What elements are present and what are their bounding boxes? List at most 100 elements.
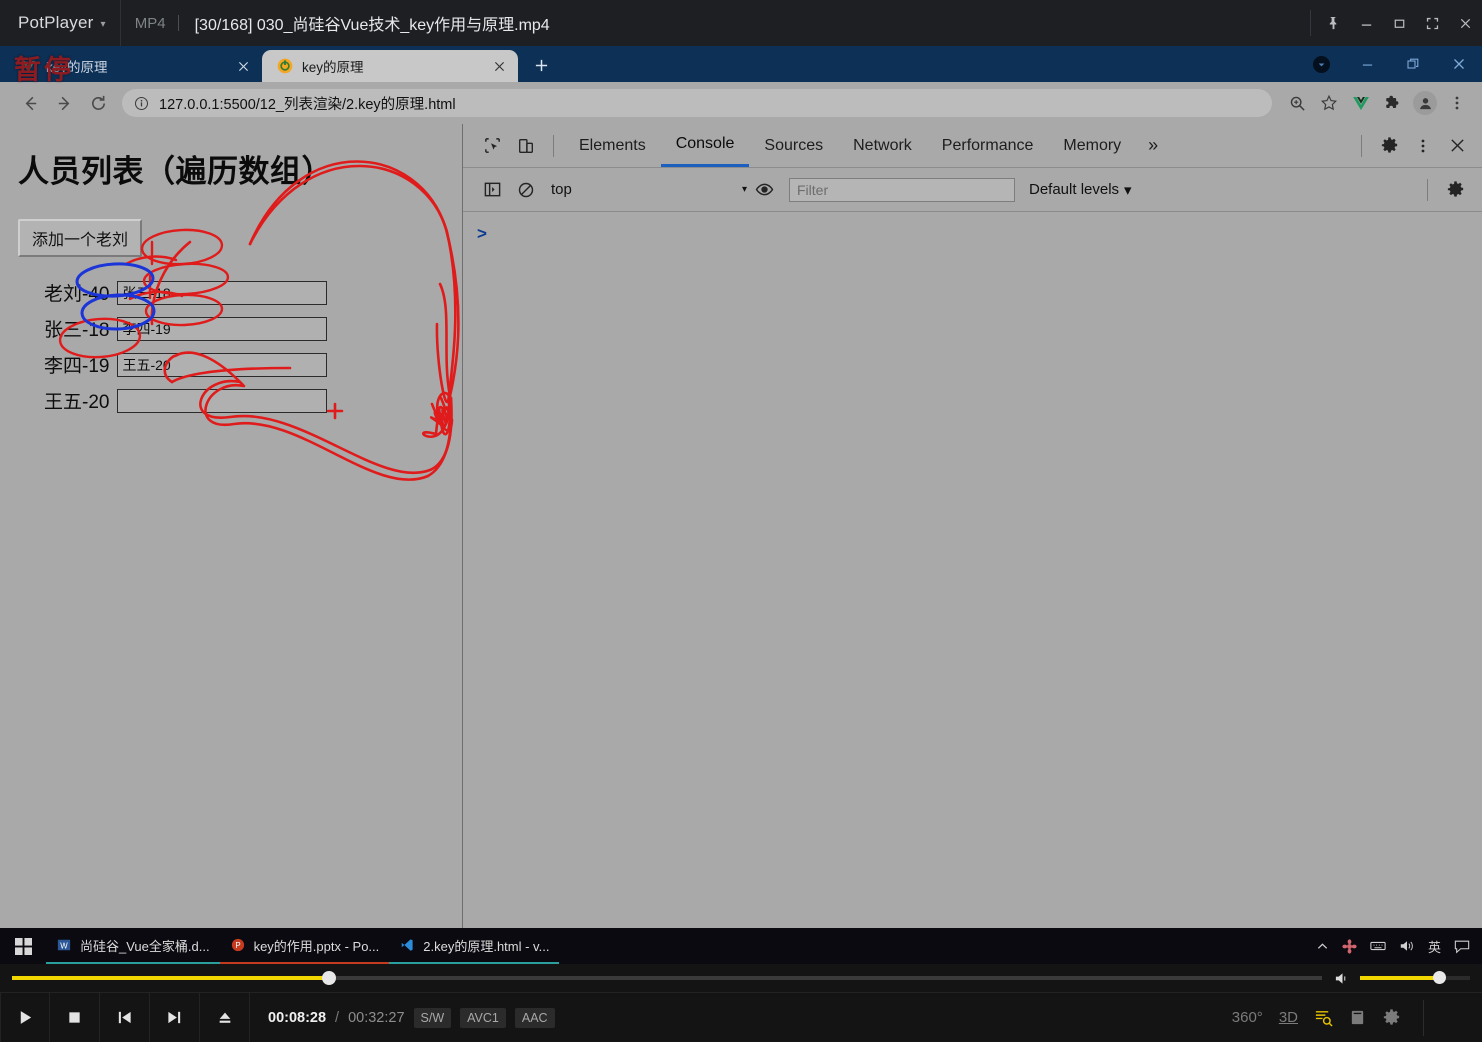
stop-button[interactable] [50, 992, 100, 1042]
volume-icon[interactable] [1334, 971, 1351, 986]
tab-network[interactable]: Network [838, 124, 927, 167]
seek-progress [12, 976, 330, 980]
taskbar-item-powerpoint[interactable]: P key的作用.pptx - Po... [219, 928, 390, 964]
person-input[interactable] [117, 280, 328, 305]
list-item: 王五-20 [44, 387, 444, 414]
taskbar-item-word[interactable]: W 尚硅谷_Vue全家桶.d... [46, 928, 220, 964]
zoom-icon[interactable] [1282, 88, 1312, 118]
console-settings-icon[interactable] [1438, 173, 1472, 207]
settings-button[interactable] [1382, 1008, 1401, 1027]
bookmark-button[interactable] [1349, 1009, 1366, 1026]
divider [1427, 178, 1428, 201]
playlist-search-button[interactable] [1314, 1008, 1333, 1027]
devtools-close-icon[interactable] [1440, 129, 1474, 163]
profile-avatar-icon[interactable] [1410, 88, 1440, 118]
devtools-menu-icon[interactable] [1406, 129, 1440, 163]
console-context-selector[interactable]: top ▾ [551, 181, 747, 198]
add-person-button[interactable]: 添加一个老刘 [18, 219, 143, 257]
device-toolbar-icon[interactable] [509, 129, 543, 163]
console-levels-label: Default levels [1029, 181, 1120, 198]
tab-title: key的原理 [302, 60, 364, 75]
potplayer-window-controls [1310, 0, 1482, 46]
vue-devtools-icon[interactable] [1346, 88, 1376, 118]
clear-console-icon[interactable] [509, 173, 543, 207]
volume-handle[interactable] [1433, 971, 1447, 984]
play-button[interactable] [0, 992, 50, 1042]
action-center-icon[interactable] [1454, 939, 1470, 954]
360-button[interactable]: 360° [1232, 1009, 1263, 1026]
back-icon[interactable] [14, 87, 46, 119]
console-filter-input[interactable] [789, 177, 1015, 202]
extensions-puzzle-icon[interactable] [1378, 88, 1408, 118]
settings-gear-icon[interactable] [1372, 129, 1406, 163]
volume-control [1334, 971, 1470, 986]
start-button[interactable] [0, 928, 46, 964]
reload-icon[interactable] [82, 87, 114, 119]
restore-icon[interactable] [1390, 46, 1436, 82]
seek-slider[interactable] [12, 971, 1322, 985]
console-output[interactable]: > [463, 212, 1482, 930]
ime-language-indicator[interactable]: 英 [1428, 937, 1441, 956]
potplayer-menu-button[interactable]: PotPlayer ▾ [0, 0, 120, 46]
volume-slider[interactable] [1360, 971, 1470, 984]
tab-console[interactable]: Console [660, 124, 750, 167]
word-icon: W [56, 937, 72, 953]
taskbar-item-vscode[interactable]: 2.key的原理.html - v... [389, 928, 560, 964]
devtools-actions [1351, 129, 1474, 163]
powerpoint-icon: P [230, 937, 246, 953]
tab-memory[interactable]: Memory [1048, 124, 1136, 167]
close-icon[interactable] [1436, 46, 1482, 82]
person-input[interactable] [117, 388, 328, 413]
person-input[interactable] [117, 352, 328, 377]
potplayer-controls: 00:08:28 / 00:32:27 S/W AVC1 AAC 360° 3D [0, 964, 1482, 1042]
console-sidebar-icon[interactable] [475, 173, 509, 207]
potplayer-titlebar: PotPlayer ▾ MP4 [30/168] 030_尚硅谷Vue技术_ke… [0, 0, 1482, 46]
chrome-menu-icon[interactable] [1442, 88, 1472, 118]
profile-icon[interactable] [1298, 46, 1344, 82]
devtools-panel: Elements Console Sources Network Perform… [463, 124, 1482, 930]
close-icon[interactable] [1449, 0, 1482, 46]
live-expression-icon[interactable] [747, 173, 781, 207]
sogou-ime-icon[interactable] [1342, 938, 1357, 954]
inspect-element-icon[interactable] [475, 129, 509, 163]
address-bar[interactable]: 127.0.0.1:5500/12_列表渲染/2.key的原理.html [122, 89, 1272, 117]
previous-button[interactable] [100, 992, 150, 1042]
eject-button[interactable] [200, 992, 250, 1042]
web-page-viewport: 人员列表（遍历数组） 添加一个老刘 老刘-40 张三-18 李四-19 [0, 124, 462, 930]
console-levels-dropdown[interactable]: Default levels ▾ [1029, 181, 1132, 199]
fullscreen-icon[interactable] [1416, 0, 1449, 46]
time-total: 00:32:27 [348, 1009, 405, 1026]
person-input[interactable] [117, 316, 328, 341]
forward-icon[interactable] [48, 87, 80, 119]
minimize-icon[interactable] [1344, 46, 1390, 82]
list-item: 张三-18 [44, 315, 444, 342]
pin-icon[interactable] [1317, 0, 1350, 46]
info-circle-icon[interactable] [134, 96, 149, 111]
time-current: 00:08:28 [268, 1009, 327, 1026]
svg-text:P: P [235, 941, 240, 950]
volume-icon[interactable] [1399, 939, 1415, 953]
show-hidden-icons-chevron[interactable] [1316, 940, 1329, 953]
minimize-icon[interactable] [1350, 0, 1383, 46]
console-prompt-row[interactable]: > [477, 224, 1482, 244]
bookmark-star-icon[interactable] [1314, 88, 1344, 118]
close-icon[interactable] [490, 57, 508, 75]
list-item: 李四-19 [44, 351, 444, 378]
people-list: 老刘-40 张三-18 李四-19 王五-20 [44, 279, 444, 414]
tab-elements[interactable]: Elements [564, 124, 661, 167]
person-label: 李四-19 [44, 356, 110, 377]
seek-handle[interactable] [322, 971, 337, 985]
new-tab-button[interactable] [526, 50, 556, 80]
maximize-icon[interactable] [1383, 0, 1416, 46]
ime-keyboard-icon[interactable] [1370, 939, 1386, 953]
browser-tab-active[interactable]: key的原理 [262, 50, 518, 82]
chrome-toolbar: 127.0.0.1:5500/12_列表渲染/2.key的原理.html [0, 82, 1482, 124]
person-label: 老刘-40 [44, 284, 110, 305]
taskbar-item-label: 尚硅谷_Vue全家桶.d... [80, 938, 210, 954]
more-tabs-icon[interactable]: » [1136, 135, 1170, 156]
next-button[interactable] [150, 992, 200, 1042]
close-icon[interactable] [234, 57, 252, 75]
tab-performance[interactable]: Performance [927, 124, 1049, 167]
tab-sources[interactable]: Sources [749, 124, 838, 167]
3d-button[interactable]: 3D [1279, 1009, 1298, 1026]
